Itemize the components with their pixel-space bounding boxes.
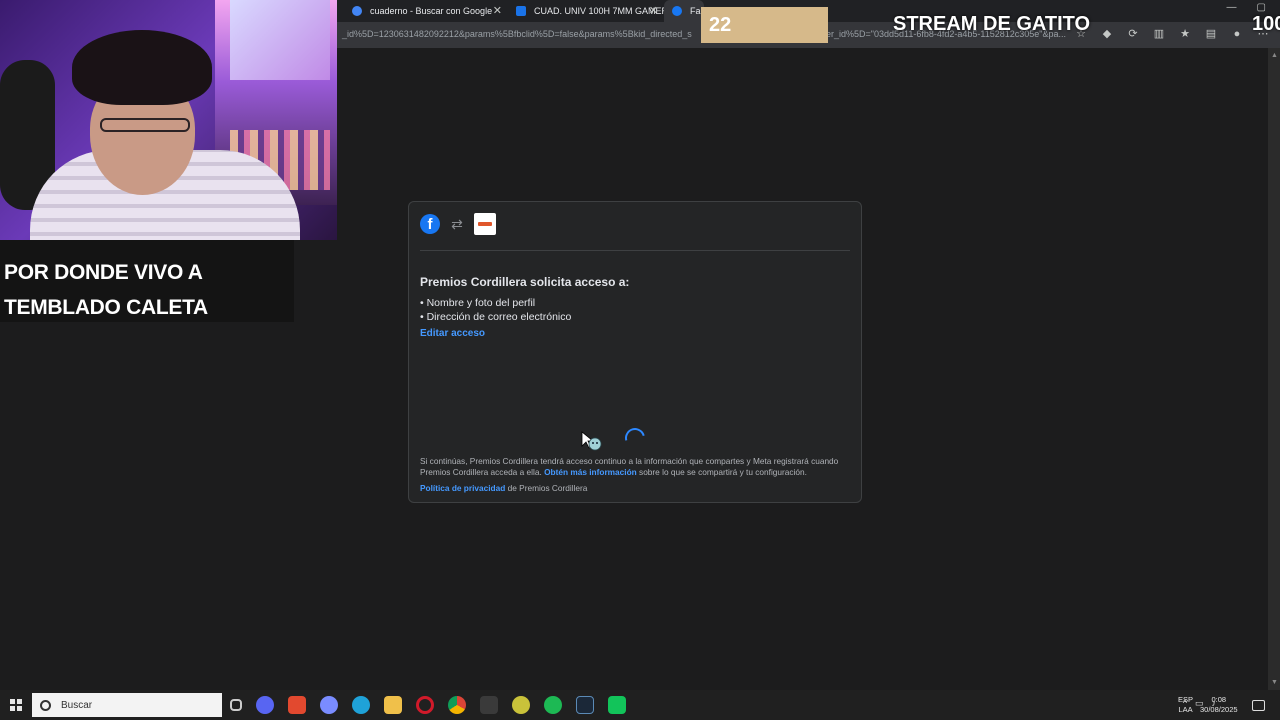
clock-time: 0:08	[1211, 695, 1227, 704]
app-logo-icon	[474, 213, 496, 235]
scroll-down-icon[interactable]: ▼	[1271, 679, 1278, 686]
taskbar-search-box[interactable]: Buscar	[32, 693, 222, 717]
app-icon-red[interactable]	[288, 696, 306, 714]
dialog-divider	[420, 250, 850, 251]
learn-more-link[interactable]: Obtén más información	[544, 467, 637, 477]
permission-item: • Dirección de correo electrónico	[420, 311, 572, 323]
stream-title: STREAM DE GATITO	[893, 13, 1091, 35]
lang-code: ESP	[1178, 695, 1194, 704]
tab-label: cuaderno - Buscar con Google	[370, 6, 493, 16]
language-indicator[interactable]: ESP LAA	[1178, 695, 1193, 715]
search-icon	[40, 699, 51, 711]
notification-icon[interactable]	[1252, 700, 1265, 711]
consent-note: Si continúas, Premios Cordillera tendrá …	[420, 456, 852, 478]
app-icon-dark[interactable]	[480, 696, 498, 714]
dialog-title: Premios Cordillera solicita acceso a:	[420, 275, 630, 289]
page-favicon-icon	[516, 6, 526, 16]
privacy-suffix: de Premios Cordillera	[507, 483, 588, 493]
minimize-icon[interactable]: —	[1227, 2, 1237, 13]
loading-spinner-icon	[621, 424, 649, 452]
stream-counter: 22	[709, 14, 732, 36]
close-tab-icon[interactable]: ✕	[493, 4, 502, 17]
stream-goal-number: 100	[1252, 13, 1280, 35]
privacy-policy-link[interactable]: Política de privacidad	[420, 483, 505, 493]
lang-layout: LAA	[1178, 705, 1193, 714]
spotify-icon[interactable]	[544, 696, 562, 714]
scroll-up-icon[interactable]: ▲	[1271, 52, 1278, 59]
toolbar-icons: ☆ ◆ ⟳ ▥ ★ ▤ ● ⋯	[1074, 27, 1270, 41]
chrome-icon[interactable]	[448, 696, 466, 714]
sync-icon[interactable]: ⟳	[1126, 27, 1140, 41]
caption-line-2: TEMBLADO CALETA	[4, 296, 208, 319]
screen: cuaderno - Buscar con Google ✕ CUAD. UNI…	[0, 0, 1280, 720]
url-text-left[interactable]: _id%5D=1230631482092212&params%5Bfbclid%…	[342, 29, 692, 39]
steam-icon[interactable]	[576, 696, 594, 714]
close-tab-icon[interactable]: ✕	[649, 4, 658, 17]
clock-date: 30/08/2025	[1200, 705, 1238, 714]
maximize-icon[interactable]: ▢	[1257, 2, 1266, 13]
swap-arrows-icon: ⇄	[451, 215, 463, 232]
webcam-background-poster	[230, 0, 330, 80]
tab-google-search[interactable]: cuaderno - Buscar con Google ✕	[344, 0, 508, 22]
taskbar-clock[interactable]: 0:08 30/08/2025	[1200, 695, 1238, 715]
discord-icon[interactable]	[256, 696, 274, 714]
consent-note-suffix: sobre lo que se compartirá y tu configur…	[639, 467, 807, 477]
dialog-header-icons: f ⇄	[420, 213, 496, 235]
tab-facebook[interactable]: Fa	[664, 0, 704, 22]
opera-icon[interactable]	[416, 696, 434, 714]
tab-cuad-univ[interactable]: CUAD. UNIV 100H 7MM GAMER ✕	[508, 0, 664, 22]
vertical-scrollbar[interactable]: ▲ ▼	[1268, 48, 1280, 690]
favorites-icon[interactable]: ★	[1178, 27, 1192, 41]
facebook-logo-icon: f	[420, 214, 440, 234]
file-explorer-icon[interactable]	[384, 696, 402, 714]
taskbar-apps	[230, 696, 626, 714]
stream-caption: POR DONDE VIVO A TEMBLADO CALETA	[4, 255, 208, 325]
facebook-permission-dialog: f ⇄ Premios Cordillera solicita acceso a…	[408, 201, 862, 503]
extension-icon[interactable]: ◆	[1100, 27, 1114, 41]
tab-label: CUAD. UNIV 100H 7MM GAMER	[534, 6, 664, 16]
taskbar: Buscar ^ ▭ ♪	[0, 690, 1280, 720]
app-icon-green[interactable]	[608, 696, 626, 714]
privacy-line: Política de privacidad de Premios Cordil…	[420, 483, 587, 493]
edit-access-link[interactable]: Editar acceso	[420, 328, 485, 339]
profile-avatar-icon[interactable]: ●	[1230, 27, 1244, 41]
streamer-hair	[72, 30, 212, 105]
split-screen-icon[interactable]: ▥	[1152, 27, 1166, 41]
app-icon-yellow[interactable]	[512, 696, 530, 714]
caption-line-1: POR DONDE VIVO A	[4, 261, 203, 284]
mouse-cursor-icon	[581, 431, 602, 451]
facebook-favicon-icon	[672, 6, 682, 16]
app-icon-swirl[interactable]	[320, 696, 338, 714]
permission-list: • Nombre y foto del perfil • Dirección d…	[420, 296, 571, 324]
search-placeholder: Buscar	[61, 699, 93, 711]
windows-start-icon[interactable]	[10, 699, 22, 711]
webcam-feed	[0, 0, 337, 240]
tab-label: Fa	[690, 6, 701, 16]
google-favicon-icon	[352, 6, 362, 16]
permission-item: • Nombre y foto del perfil	[420, 297, 536, 309]
streamer-glasses	[100, 118, 190, 132]
task-view-icon[interactable]	[230, 699, 242, 711]
window-controls: — ▢	[1227, 2, 1280, 13]
edge-icon[interactable]	[352, 696, 370, 714]
collections-icon[interactable]: ▤	[1204, 27, 1218, 41]
